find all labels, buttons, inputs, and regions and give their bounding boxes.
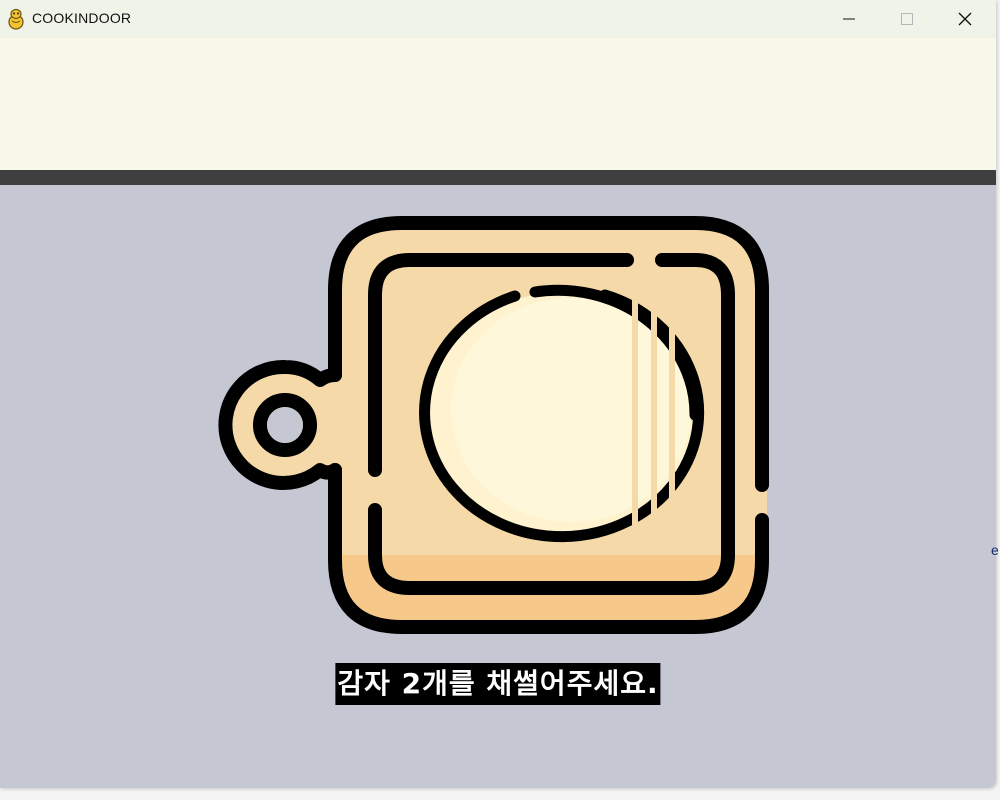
top-panel [0,38,996,170]
window-title: COOKINDOOR [32,10,132,26]
minimize-button[interactable] [820,0,878,38]
background-window-text: e [991,542,999,558]
close-button[interactable] [936,0,994,38]
pygame-snake-icon [6,8,26,30]
cutting-board-with-potato-icon [215,215,775,635]
app-window: COOKINDOOR 감자 2개를 채썰어주세요. [0,0,996,788]
title-bar[interactable]: COOKINDOOR [0,0,996,38]
maximize-icon [901,13,913,25]
maximize-button[interactable] [878,0,936,38]
game-stage[interactable]: 감자 2개를 채썰어주세요. [0,185,996,788]
close-icon [958,12,972,26]
minimize-icon [843,18,855,20]
instruction-text: 감자 2개를 채썰어주세요. [335,663,661,705]
panel-divider [0,170,996,185]
